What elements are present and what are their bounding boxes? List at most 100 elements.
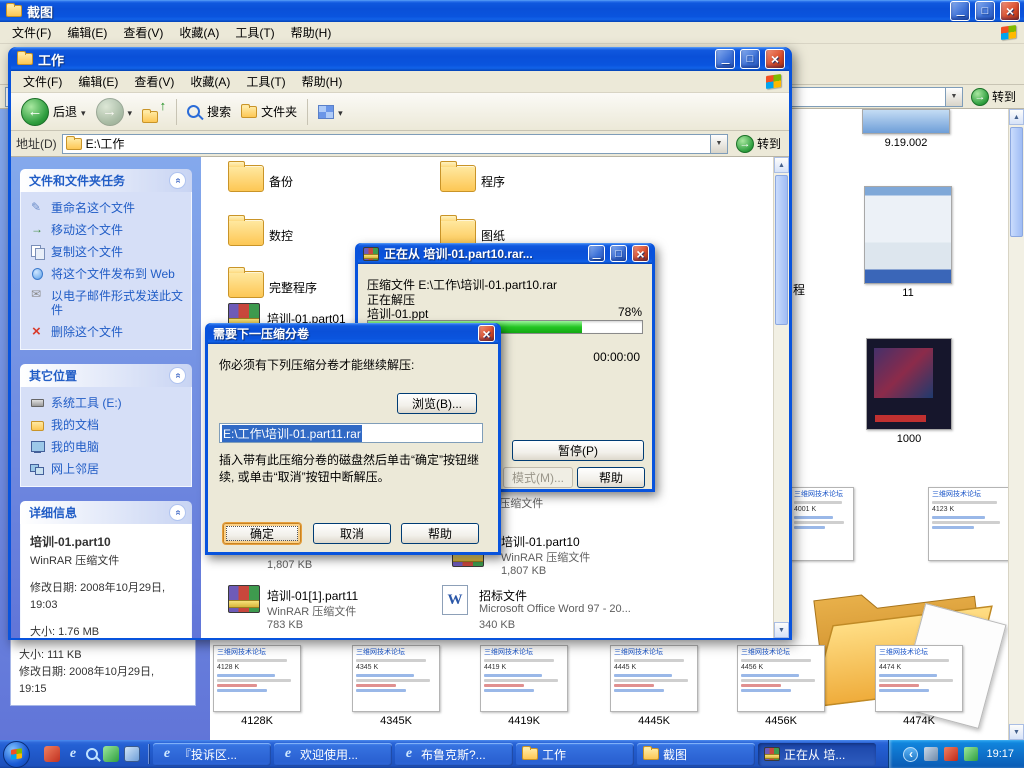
place-link-drive[interactable]: 系统工具 (E:) <box>30 396 186 410</box>
scroll-down-icon[interactable] <box>1009 724 1024 740</box>
show-desktop-icon[interactable] <box>124 746 140 762</box>
ok-button[interactable]: 确定 <box>223 523 301 544</box>
back-button[interactable]: 后退 <box>17 96 90 128</box>
task-link-email[interactable]: 以电子邮件形式发送此文件 <box>30 287 186 317</box>
maximize-button[interactable] <box>975 1 995 21</box>
image-thumbnail[interactable]: 三维网技术论坛 4345 K <box>352 645 440 712</box>
menu-item-favorites[interactable]: 收藏(A) <box>182 72 238 91</box>
task-link-publish[interactable]: 将这个文件发布到 Web <box>30 267 186 281</box>
chevron-down-icon[interactable] <box>128 105 133 119</box>
place-link-network[interactable]: 网上邻居 <box>30 462 186 476</box>
menu-item-edit[interactable]: 编辑(E) <box>59 23 115 42</box>
ie-icon[interactable] <box>65 746 81 762</box>
menu-item-view[interactable]: 查看(V) <box>126 72 182 91</box>
menu-item-view[interactable]: 查看(V) <box>115 23 171 42</box>
maximize-button[interactable] <box>740 49 760 69</box>
thumbnail-label[interactable]: 4456K <box>737 715 825 727</box>
screenshot-window-titlebar[interactable]: 截图 <box>0 0 1024 22</box>
scroll-up-icon[interactable] <box>1009 109 1024 125</box>
tray-icon[interactable] <box>964 747 979 761</box>
task-link-copy[interactable]: 复制这个文件 <box>30 245 186 260</box>
close-button[interactable] <box>1000 1 1020 21</box>
address-input[interactable]: E:\工作 <box>61 133 728 154</box>
folder-name[interactable]: 图纸 <box>481 227 505 244</box>
thumbnail-label[interactable]: 4474K <box>875 715 963 727</box>
volume-path-input[interactable]: E:\工作\培训-01.part11.rar <box>219 423 483 443</box>
quick-launch-icon[interactable] <box>44 746 60 762</box>
dropdown-icon[interactable] <box>709 134 727 153</box>
help-button[interactable]: 帮助 <box>577 467 645 488</box>
folder-name[interactable]: 备份 <box>269 173 293 190</box>
thumbnail-label[interactable]: 4345K <box>352 715 440 727</box>
file-name[interactable]: 培训-01[1].part11 <box>267 587 358 604</box>
close-button[interactable] <box>765 49 785 69</box>
folders-button[interactable]: 文件夹 <box>237 101 301 122</box>
tray-icon[interactable] <box>944 747 959 761</box>
maximize-button[interactable] <box>610 245 627 262</box>
winrar-file-icon[interactable] <box>228 585 260 613</box>
menu-item-tools[interactable]: 工具(T) <box>227 23 282 42</box>
folder-icon[interactable] <box>440 215 476 246</box>
start-button[interactable] <box>3 740 30 768</box>
menu-item-edit[interactable]: 编辑(E) <box>70 72 126 91</box>
folder-icon[interactable] <box>228 267 264 298</box>
taskbar-button[interactable]: 截图 <box>637 742 755 766</box>
image-thumbnail[interactable] <box>866 338 952 430</box>
minimize-button[interactable] <box>715 49 735 69</box>
image-thumbnail[interactable]: 三维网技术论坛 4456 K <box>737 645 825 712</box>
image-thumbnail[interactable] <box>862 109 950 134</box>
place-link-documents[interactable]: 我的文档 <box>30 418 186 432</box>
task-link-move[interactable]: 移动这个文件 <box>30 222 186 237</box>
go-button[interactable]: 转到 <box>733 134 784 153</box>
scrollbar[interactable] <box>773 157 789 638</box>
taskbar-button[interactable]: 工作 <box>516 742 634 766</box>
thumbnail-label[interactable]: 4128K <box>213 715 301 727</box>
menu-item-file[interactable]: 文件(F) <box>15 72 70 91</box>
cancel-button[interactable]: 取消 <box>313 523 391 544</box>
help-button[interactable]: 帮助 <box>401 523 479 544</box>
thumbnail-label[interactable]: 1000 <box>866 433 952 445</box>
file-name[interactable]: 招标文件 <box>479 587 527 604</box>
menu-item-file[interactable]: 文件(F) <box>4 23 59 42</box>
panel-header[interactable]: 详细信息 <box>20 501 192 524</box>
menu-item-tools[interactable]: 工具(T) <box>238 72 293 91</box>
search-icon[interactable] <box>86 748 98 760</box>
quick-launch-icon[interactable] <box>103 746 119 762</box>
dialog-titlebar[interactable]: 正在从 培训-01.part10.rar... <box>358 243 652 264</box>
folder-name[interactable]: 数控 <box>269 227 293 244</box>
mode-button[interactable]: 模式(M)... <box>503 467 573 488</box>
thumbnail-label[interactable]: 4445K <box>610 715 698 727</box>
word-file-icon[interactable] <box>442 585 468 615</box>
task-link-delete[interactable]: 删除这个文件 <box>30 325 186 339</box>
image-thumbnail[interactable]: 三维网技术论坛 4419 K <box>480 645 568 712</box>
menu-item-help[interactable]: 帮助(H) <box>283 23 340 42</box>
thumbnail-label[interactable]: 4419K <box>480 715 568 727</box>
forward-button[interactable] <box>92 96 137 128</box>
chevron-up-icon[interactable] <box>169 367 186 384</box>
taskbar-clock[interactable]: 19:17 <box>986 748 1014 760</box>
minimize-button[interactable] <box>950 1 970 21</box>
up-button[interactable] <box>138 98 170 125</box>
image-thumbnail[interactable]: 三维网技术论坛 4128 K <box>213 645 301 712</box>
menu-item-favorites[interactable]: 收藏(A) <box>171 23 227 42</box>
close-button[interactable] <box>478 325 495 342</box>
task-link-rename[interactable]: 重命名这个文件 <box>30 200 186 215</box>
dropdown-icon[interactable] <box>944 87 962 106</box>
folder-name[interactable]: 完整程序 <box>269 279 317 296</box>
close-button[interactable] <box>632 245 649 262</box>
work-window-titlebar[interactable]: 工作 <box>11 47 789 71</box>
panel-header[interactable]: 其它位置 <box>20 364 192 387</box>
scroll-down-icon[interactable] <box>774 622 789 638</box>
chevron-down-icon[interactable] <box>338 105 343 119</box>
folder-icon[interactable] <box>228 215 264 246</box>
scrollbar[interactable] <box>1008 109 1024 740</box>
folder-icon[interactable] <box>228 161 264 192</box>
panel-header[interactable]: 文件和文件夹任务 <box>20 169 192 192</box>
folder-icon[interactable] <box>440 161 476 192</box>
tray-collapse-icon[interactable] <box>903 746 919 762</box>
chevron-up-icon[interactable] <box>169 504 186 521</box>
taskbar-button[interactable]: 『投诉区... <box>153 742 271 766</box>
chevron-down-icon[interactable] <box>81 105 86 119</box>
image-thumbnail[interactable] <box>864 186 952 284</box>
scroll-up-icon[interactable] <box>774 157 789 173</box>
